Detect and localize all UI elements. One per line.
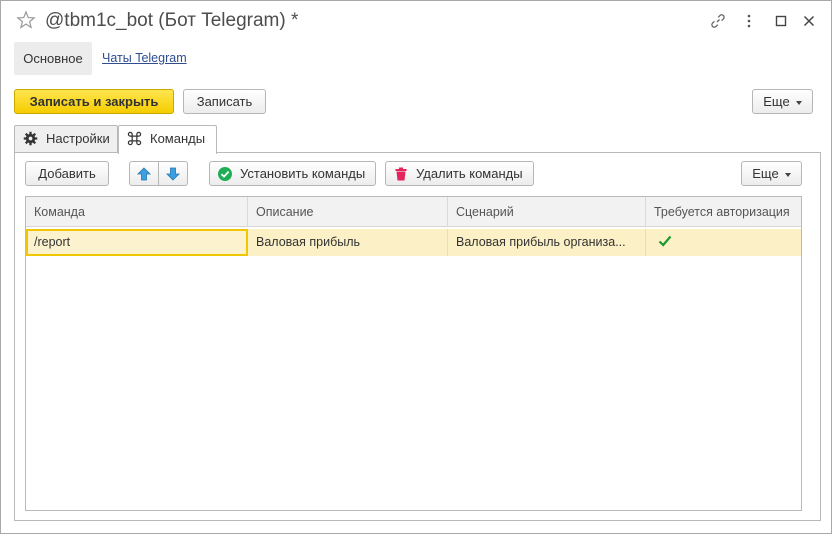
tab-settings-label: Настройки: [46, 131, 110, 146]
commands-more-label: Еще: [752, 166, 779, 181]
table-header: Команда Описание Сценарий Требуется авто…: [26, 197, 801, 227]
move-up-button[interactable]: [129, 161, 159, 186]
save-button[interactable]: Записать: [183, 89, 266, 114]
window-title: @tbm1c_bot (Бот Telegram) *: [45, 10, 299, 31]
column-header-auth-required[interactable]: Требуется авторизация: [646, 197, 801, 227]
arrow-up-icon: [137, 167, 151, 181]
delete-commands-label: Удалить команды: [416, 166, 523, 181]
more-vertical-icon[interactable]: [741, 13, 757, 29]
tab-commands-label: Команды: [150, 131, 206, 146]
set-commands-label: Установить команды: [240, 166, 366, 181]
column-header-description[interactable]: Описание: [248, 197, 448, 227]
check-circle-icon: [218, 167, 232, 181]
close-icon[interactable]: [801, 13, 817, 29]
tab-settings[interactable]: Настройки: [14, 125, 118, 153]
tab-commands[interactable]: Команды: [118, 125, 217, 154]
column-header-command[interactable]: Команда: [26, 197, 248, 227]
title-bar: @tbm1c_bot (Бот Telegram) *: [1, 1, 831, 41]
commands-more-button[interactable]: Еще: [741, 161, 802, 186]
chevron-down-icon: [784, 172, 791, 177]
table-row[interactable]: /report Валовая прибыль Валовая прибыль …: [26, 229, 801, 256]
commands-table[interactable]: Команда Описание Сценарий Требуется авто…: [25, 196, 802, 511]
more-menu-button[interactable]: Еще: [752, 89, 813, 114]
link-icon[interactable]: [710, 13, 726, 29]
set-commands-button[interactable]: Установить команды: [209, 161, 376, 186]
star-icon[interactable]: [16, 10, 36, 30]
form-window: @tbm1c_bot (Бот Telegram) * Основное Чат…: [0, 0, 832, 534]
cell-command[interactable]: /report: [26, 229, 248, 256]
delete-commands-button[interactable]: Удалить команды: [385, 161, 534, 186]
chevron-down-icon: [795, 100, 802, 105]
cell-auth-required[interactable]: [646, 229, 801, 256]
command-icon: [127, 131, 142, 146]
cell-scenario[interactable]: Валовая прибыль организа...: [448, 229, 646, 256]
gear-icon: [23, 131, 38, 146]
nav-telegram-chats-link[interactable]: Чаты Telegram: [102, 51, 187, 65]
cell-description[interactable]: Валовая прибыль: [248, 229, 448, 256]
add-button[interactable]: Добавить: [25, 161, 109, 186]
column-header-scenario[interactable]: Сценарий: [448, 197, 646, 227]
trash-icon: [395, 167, 407, 181]
nav-main-section[interactable]: Основное: [14, 42, 92, 75]
maximize-icon[interactable]: [773, 13, 789, 29]
arrow-down-icon: [166, 167, 180, 181]
check-icon: [658, 235, 672, 247]
move-down-button[interactable]: [158, 161, 188, 186]
save-and-close-button[interactable]: Записать и закрыть: [14, 89, 174, 114]
more-menu-label: Еще: [763, 94, 790, 109]
